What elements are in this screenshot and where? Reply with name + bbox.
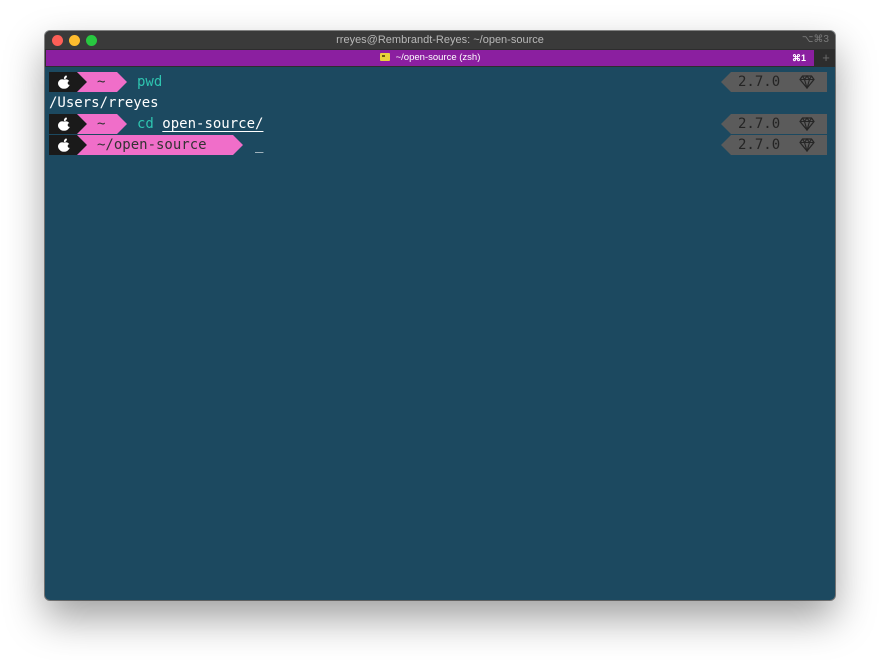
ruby-version-segment: 2.7.0 xyxy=(721,72,827,92)
text-cursor: _ xyxy=(255,137,264,153)
tab-bar: ~/open-source (zsh) ⌘1 + xyxy=(45,49,835,67)
command-line: cd open-source/ xyxy=(137,114,263,134)
command-text: pwd xyxy=(137,74,163,90)
prompt-line: ~ cd open-source/ 2.7.0 xyxy=(49,114,831,134)
ruby-version: 2.7.0 xyxy=(738,116,781,132)
tab-zsh[interactable]: ~/open-source (zsh) ⌘1 xyxy=(46,50,814,66)
ruby-version: 2.7.0 xyxy=(738,137,781,153)
gem-icon xyxy=(799,117,815,131)
title-bar[interactable]: rreyes@Rembrandt-Reyes: ~/open-source ⌥⌘… xyxy=(45,31,835,49)
terminal-content[interactable]: ~ pwd 2.7.0 /Users/rreyes ~ cd open-sour… xyxy=(45,67,835,600)
prompt-dir-segment: ~/open-source xyxy=(77,135,243,155)
ruby-version: 2.7.0 xyxy=(738,74,781,90)
tab-shortcut: ⌘1 xyxy=(791,53,806,63)
terminal-icon xyxy=(379,53,390,61)
tab-label: ~/open-source (zsh) xyxy=(395,52,481,63)
apple-icon xyxy=(58,138,71,152)
gem-icon xyxy=(799,75,815,89)
terminal-window: rreyes@Rembrandt-Reyes: ~/open-source ⌥⌘… xyxy=(45,31,835,600)
window-title: rreyes@Rembrandt-Reyes: ~/open-source xyxy=(336,34,544,46)
prompt-line: ~ pwd 2.7.0 xyxy=(49,72,831,92)
new-tab-button[interactable]: + xyxy=(817,49,835,67)
apple-icon xyxy=(58,75,71,89)
prompt-line-current: ~/open-source _ 2.7.0 xyxy=(49,135,831,155)
command-argument[interactable]: open-source/ xyxy=(162,116,263,132)
ruby-version-segment: 2.7.0 xyxy=(721,114,827,134)
command-text: cd xyxy=(137,116,154,132)
apple-icon xyxy=(58,117,71,131)
ruby-version-segment: 2.7.0 xyxy=(721,135,827,155)
window-shortcut: ⌥⌘3 xyxy=(801,34,829,45)
gem-icon xyxy=(799,138,815,152)
command-output: /Users/rreyes xyxy=(49,95,159,111)
